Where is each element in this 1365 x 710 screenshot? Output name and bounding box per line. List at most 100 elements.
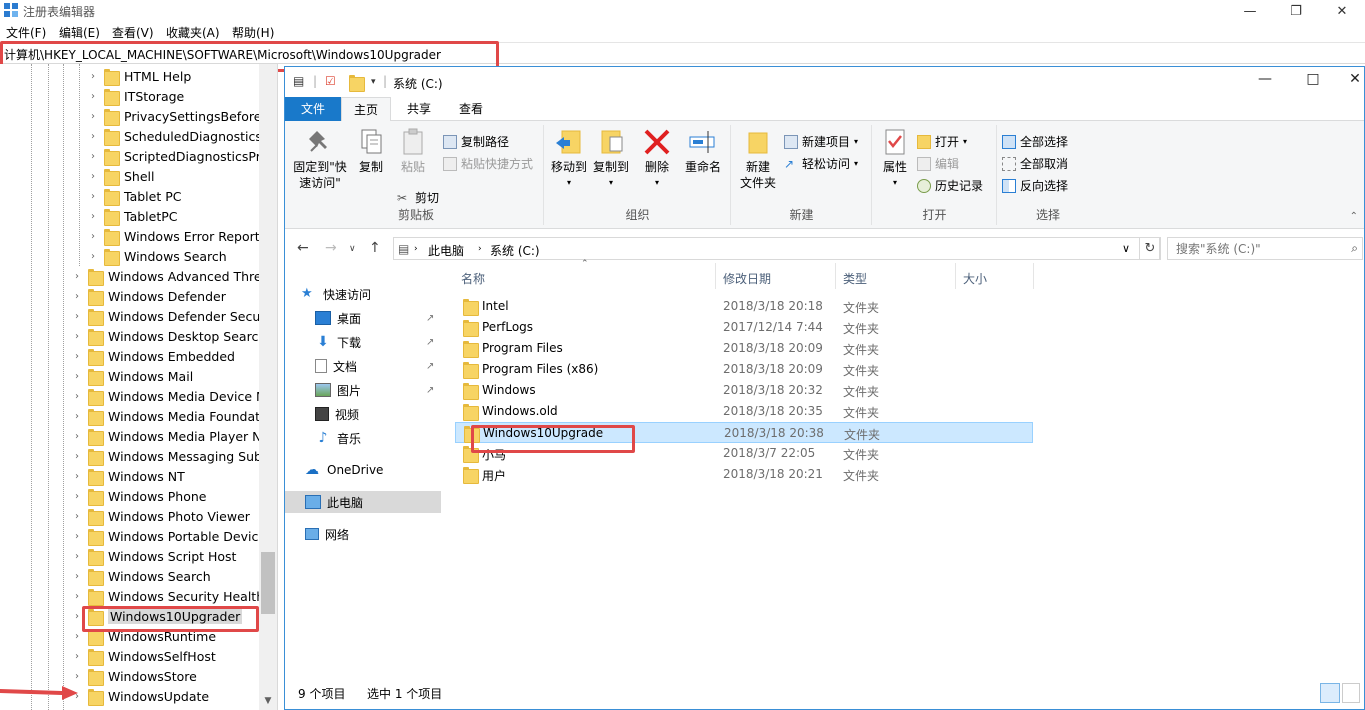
expand-chevron-icon[interactable]: ›: [72, 411, 82, 422]
tree-item[interactable]: › Windows Search: [88, 246, 227, 266]
tree-item[interactable]: › Windows Script Host: [72, 546, 236, 566]
recent-dropdown-icon[interactable]: ∨: [349, 244, 356, 254]
search-input[interactable]: [1168, 238, 1342, 259]
column-header-name[interactable]: 名称: [461, 270, 485, 287]
expand-chevron-icon[interactable]: ›: [72, 331, 82, 342]
nav-music[interactable]: ♪ 音乐: [315, 427, 361, 449]
delete-button[interactable]: 删除 ▾: [639, 127, 675, 191]
tree-item[interactable]: › WindowsUpdate: [72, 686, 209, 706]
new-folder-button[interactable]: 新建 文件夹: [736, 127, 780, 191]
tree-item[interactable]: › Shell: [88, 166, 155, 186]
check-quick-icon[interactable]: ☑: [325, 74, 336, 88]
properties-quick-icon[interactable]: ▤: [293, 74, 304, 88]
expand-chevron-icon[interactable]: ›: [72, 511, 82, 522]
nav-videos[interactable]: 视频: [315, 403, 359, 425]
properties-button[interactable]: 属性 ▾: [877, 127, 913, 191]
expand-chevron-icon[interactable]: ›: [72, 551, 82, 562]
tree-item[interactable]: › Windows Defender Securit: [72, 306, 274, 326]
explorer-minimize-button[interactable]: —: [1245, 71, 1285, 93]
tree-item[interactable]: › Windows Desktop Search: [72, 326, 266, 346]
address-dropdown-icon[interactable]: ∨: [1122, 242, 1130, 255]
table-row[interactable]: Windows 2018/3/18 20:32 文件夹: [455, 380, 1033, 401]
menu-view[interactable]: 查看(V): [112, 24, 154, 41]
tree-item[interactable]: › WindowsStore: [72, 666, 197, 686]
tree-item[interactable]: › Windows Security Health: [72, 586, 264, 606]
close-button[interactable]: ✕: [1319, 0, 1365, 22]
paste-shortcut-button[interactable]: 粘贴快捷方式: [443, 155, 533, 172]
select-none-button[interactable]: 全部取消: [1002, 155, 1068, 172]
cut-button[interactable]: ✂ 剪切: [397, 189, 439, 206]
expand-chevron-icon[interactable]: ›: [72, 651, 82, 662]
tab-view[interactable]: 查看: [447, 97, 495, 121]
expand-chevron-icon[interactable]: ›: [88, 111, 98, 122]
invert-selection-button[interactable]: 反向选择: [1002, 177, 1068, 194]
scrollbar-thumb[interactable]: [261, 552, 275, 614]
details-view-icon[interactable]: [1320, 683, 1340, 703]
expand-chevron-icon[interactable]: ›: [72, 591, 82, 602]
table-row[interactable]: 用户 2018/3/18 20:21 文件夹: [455, 464, 1033, 485]
tree-item[interactable]: › Windows Phone: [72, 486, 207, 506]
column-separator[interactable]: [715, 263, 716, 289]
tree-item[interactable]: › Windows Error Reportin: [88, 226, 271, 246]
tree-item[interactable]: › Windows Mail: [72, 366, 193, 386]
tree-item[interactable]: › Windows Media Foundatic: [72, 406, 270, 426]
nav-documents[interactable]: 文档 ↗: [315, 355, 441, 377]
expand-chevron-icon[interactable]: ›: [88, 231, 98, 242]
up-arrow-icon[interactable]: ↑: [369, 240, 381, 256]
expand-chevron-icon[interactable]: ›: [72, 671, 82, 682]
nav-desktop[interactable]: 桌面 ↗: [315, 307, 441, 329]
tree-item[interactable]: › Windows Search: [72, 566, 211, 586]
expand-chevron-icon[interactable]: ›: [72, 371, 82, 382]
breadcrumb-drive[interactable]: 系统 (C:): [490, 242, 540, 259]
tree-item[interactable]: › WindowsSelfHost: [72, 646, 216, 666]
chevron-right-icon[interactable]: ›: [478, 244, 482, 254]
menu-edit[interactable]: 编辑(E): [59, 24, 100, 41]
expand-chevron-icon[interactable]: ›: [72, 311, 82, 322]
chevron-right-icon[interactable]: ›: [414, 244, 418, 254]
table-row[interactable]: Intel 2018/3/18 20:18 文件夹: [455, 296, 1033, 317]
minimize-button[interactable]: —: [1227, 0, 1273, 22]
expand-chevron-icon[interactable]: ›: [72, 631, 82, 642]
registry-tree-scrollbar[interactable]: ▼: [259, 64, 277, 710]
expand-chevron-icon[interactable]: ›: [88, 151, 98, 162]
column-separator[interactable]: [835, 263, 836, 289]
edit-button[interactable]: 编辑: [917, 155, 959, 172]
expand-chevron-icon[interactable]: ›: [88, 131, 98, 142]
new-item-button[interactable]: 新建项目 ▾: [784, 133, 858, 150]
explorer-maximize-button[interactable]: □: [1293, 71, 1333, 93]
tree-item[interactable]: › Windows Advanced Threat: [72, 266, 274, 286]
tab-share[interactable]: 共享: [395, 97, 443, 121]
nav-quick-access[interactable]: ★ 快速访问: [301, 283, 371, 305]
table-row[interactable]: Windows.old 2018/3/18 20:35 文件夹: [455, 401, 1033, 422]
rename-button[interactable]: 重命名: [681, 127, 725, 175]
expand-chevron-icon[interactable]: ›: [72, 531, 82, 542]
menu-help[interactable]: 帮助(H): [232, 24, 274, 41]
expand-chevron-icon[interactable]: ›: [72, 451, 82, 462]
expand-chevron-icon[interactable]: ›: [72, 391, 82, 402]
tree-item[interactable]: › Windows Media Player NS: [72, 426, 269, 446]
tree-item[interactable]: › PrivacySettingsBeforeCr: [88, 106, 275, 126]
tree-item[interactable]: › HTML Help: [88, 66, 191, 86]
expand-chevron-icon[interactable]: ›: [72, 471, 82, 482]
menu-file[interactable]: 文件(F): [6, 24, 46, 41]
scroll-down-icon[interactable]: ▼: [261, 696, 275, 708]
tree-item[interactable]: › ScriptedDiagnosticsProv: [88, 146, 276, 166]
expand-chevron-icon[interactable]: ›: [88, 191, 98, 202]
pin-to-quick-access-button[interactable]: 固定到"快 速访问": [291, 127, 349, 191]
column-header-date[interactable]: 修改日期: [723, 270, 771, 287]
nav-downloads[interactable]: ⬇ 下载 ↗: [315, 331, 441, 353]
nav-onedrive[interactable]: ☁ OneDrive: [305, 459, 383, 481]
expand-chevron-icon[interactable]: ›: [72, 571, 82, 582]
expand-chevron-icon[interactable]: ›: [88, 91, 98, 102]
table-row[interactable]: PerfLogs 2017/12/14 7:44 文件夹: [455, 317, 1033, 338]
copy-button[interactable]: 复制: [353, 127, 389, 175]
expand-chevron-icon[interactable]: ›: [72, 271, 82, 282]
expand-chevron-icon[interactable]: ›: [72, 351, 82, 362]
move-to-button[interactable]: 移动到 ▾: [549, 127, 589, 191]
copy-to-button[interactable]: 复制到 ▾: [591, 127, 631, 191]
tree-item[interactable]: › Windows NT: [72, 466, 185, 486]
back-arrow-icon[interactable]: ←: [297, 240, 309, 256]
explorer-address-bar[interactable]: ▤ › 此电脑 › 系统 (C:) ∨: [393, 237, 1160, 260]
forward-arrow-icon[interactable]: →: [325, 240, 337, 256]
tab-file[interactable]: 文件: [285, 97, 341, 121]
